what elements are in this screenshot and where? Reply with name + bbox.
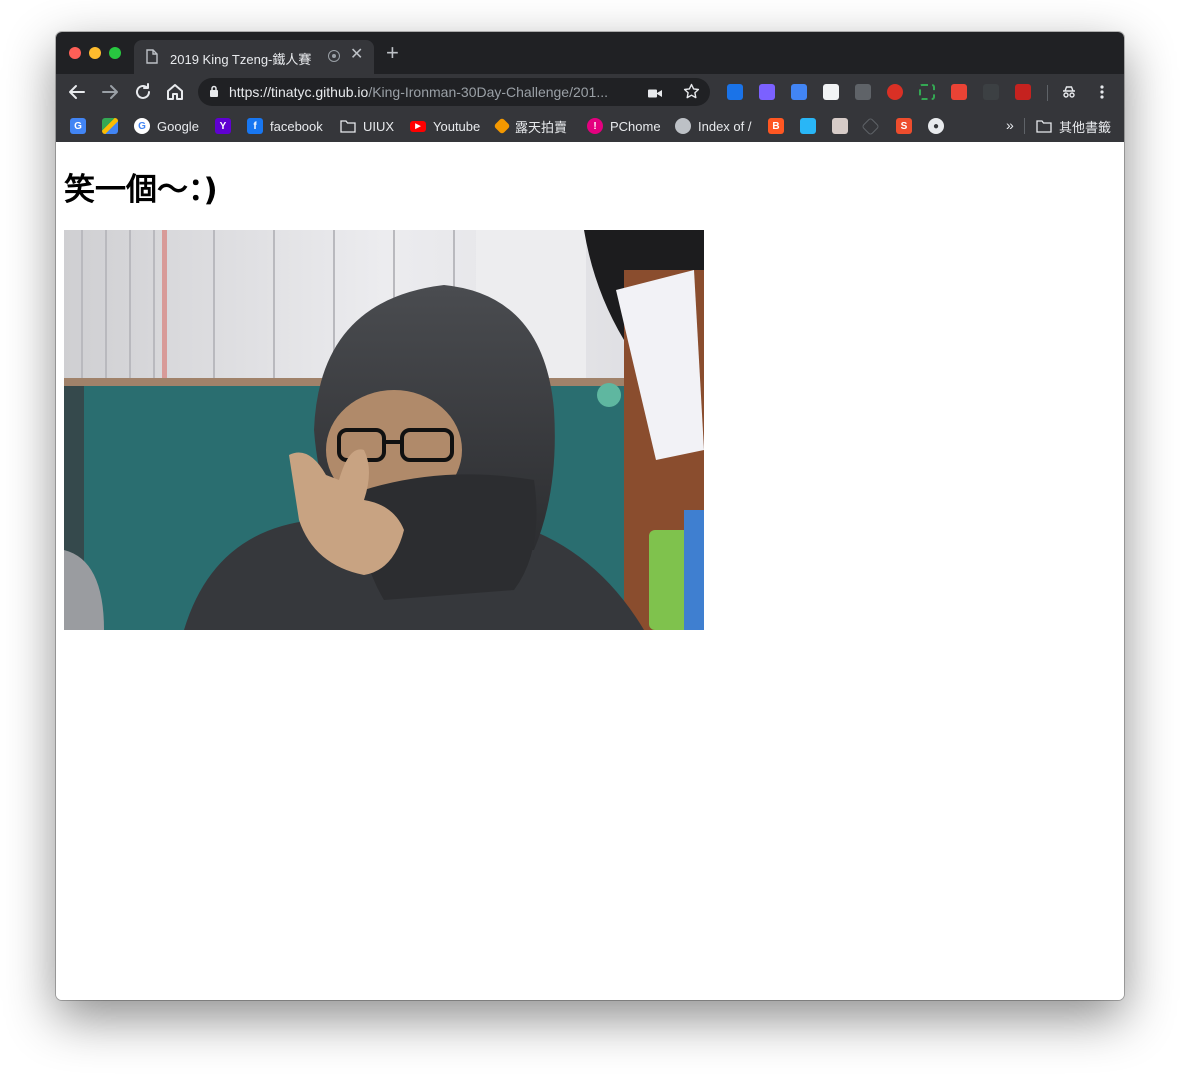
bookmark-pchome[interactable]: ! PChome: [587, 110, 661, 142]
back-icon[interactable]: [66, 81, 88, 103]
close-window-button[interactable]: [69, 47, 81, 59]
facebook-icon: f: [247, 118, 263, 134]
more-bookmarks-chevron-icon[interactable]: »: [1006, 117, 1014, 133]
bookmark-google-maps[interactable]: [102, 110, 118, 142]
minimize-window-button[interactable]: [89, 47, 101, 59]
bookmark-shopee[interactable]: S: [896, 110, 912, 142]
bookmark-map-tile[interactable]: [800, 110, 816, 142]
bookmark-label: Google: [157, 118, 199, 134]
camera-in-use-icon[interactable]: [648, 86, 662, 104]
extension-ruby-icon[interactable]: [1015, 84, 1031, 100]
bookmarks-divider: [1024, 118, 1025, 134]
webcam-photo: [64, 230, 704, 630]
server-icon: [675, 118, 691, 134]
pchome-icon: !: [587, 118, 603, 134]
bookmark-facebook[interactable]: f facebook: [247, 110, 323, 142]
new-tab-button[interactable]: +: [386, 42, 399, 64]
bookmarks-bar: G G Google Y f facebook UIUX ▶ Youtube 露…: [56, 110, 1124, 143]
recording-indicator-icon: [328, 50, 340, 62]
page-content: 笑一個～：): [56, 142, 1124, 1000]
bookmark-photo[interactable]: [832, 110, 848, 142]
bookmark-folder-other[interactable]: 其他書籤: [1036, 110, 1111, 142]
yahoo-icon: Y: [215, 118, 231, 134]
bookmark-folder-uiux[interactable]: UIUX: [340, 110, 394, 142]
extension-translate-icon[interactable]: [791, 84, 807, 100]
extension-notes-icon[interactable]: [823, 84, 839, 100]
bookmark-label: Index of /: [698, 118, 752, 134]
github-icon: ●: [928, 118, 944, 134]
bookmark-index-of[interactable]: Index of /: [675, 110, 751, 142]
lock-icon[interactable]: [209, 85, 219, 103]
tab-active[interactable]: 2019 King Tzeng-鐵人賽 ✕: [134, 40, 374, 74]
map-tile-icon: [800, 118, 816, 134]
forward-icon[interactable]: [99, 81, 121, 103]
bookmark-blogger[interactable]: B: [768, 110, 784, 142]
menu-kebab-icon[interactable]: [1094, 84, 1110, 100]
ruten-icon: [493, 117, 511, 135]
tab-close-icon[interactable]: ✕: [350, 47, 363, 63]
home-icon[interactable]: [164, 81, 186, 103]
tab-title: 2019 King Tzeng-鐵人賽: [170, 52, 312, 67]
bookmark-github[interactable]: ●: [928, 110, 944, 142]
maximize-window-button[interactable]: [109, 47, 121, 59]
folder-icon: [340, 118, 356, 134]
url-text[interactable]: https://tinatyc.github.io/King-Ironman-3…: [229, 84, 634, 100]
address-bar[interactable]: https://tinatyc.github.io/King-Ironman-3…: [198, 78, 710, 106]
toolbar: https://tinatyc.github.io/King-Ironman-3…: [56, 74, 1124, 110]
bookmark-codepen[interactable]: [861, 110, 880, 142]
bookmark-ruten[interactable]: 露天拍賣: [493, 110, 568, 142]
extension-grid-icon[interactable]: [759, 84, 775, 100]
extension-adblock-icon[interactable]: [887, 84, 903, 100]
extension-screenshot-icon[interactable]: [919, 84, 935, 100]
window-controls: [69, 47, 121, 59]
shopee-icon: S: [896, 118, 912, 134]
browser-window: 2019 King Tzeng-鐵人賽 ✕ + https://tinatyc.…: [56, 32, 1124, 1000]
url-host: https://tinatyc.github.io: [229, 84, 369, 100]
bookmark-label: facebook: [270, 118, 323, 134]
extension-m-icon[interactable]: [983, 84, 999, 100]
bookmark-google-translate[interactable]: G: [70, 110, 86, 142]
bookmark-label: UIUX: [363, 118, 395, 134]
extension-b-icon[interactable]: [855, 84, 871, 100]
toolbar-divider: [1047, 85, 1048, 101]
blogger-icon: B: [768, 118, 784, 134]
page-heading: 笑一個～：): [64, 172, 218, 208]
google-icon: G: [134, 118, 150, 134]
folder-icon: [1036, 118, 1052, 134]
youtube-icon: ▶: [410, 120, 426, 132]
bookmark-label: PChome: [610, 118, 661, 134]
google-maps-icon: [102, 118, 118, 134]
bookmark-youtube[interactable]: ▶ Youtube: [410, 110, 480, 142]
page-icon: [146, 49, 158, 69]
bookmark-label: Youtube: [433, 118, 481, 134]
extension-barcode-icon[interactable]: [727, 84, 743, 100]
url-path: /King-Ironman-30Day-Challenge/201...: [368, 84, 609, 100]
extension-percent-icon[interactable]: [951, 84, 967, 100]
bookmark-yahoo[interactable]: Y: [215, 110, 231, 142]
tab-strip: 2019 King Tzeng-鐵人賽 ✕ +: [56, 32, 1124, 74]
google-translate-icon: G: [70, 118, 86, 134]
incognito-icon[interactable]: [1061, 84, 1077, 100]
codepen-icon: [861, 116, 880, 136]
reload-icon[interactable]: [132, 81, 154, 103]
bookmark-google[interactable]: G Google: [134, 110, 199, 142]
bookmark-label: 其他書籤: [1059, 119, 1112, 135]
bookmark-star-icon[interactable]: [683, 83, 700, 105]
bookmark-label: 露天拍賣: [515, 119, 568, 135]
photo-icon: [832, 118, 848, 134]
